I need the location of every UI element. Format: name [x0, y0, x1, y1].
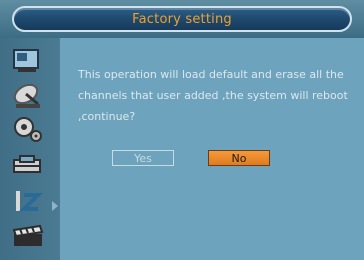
sidebar: [0, 38, 60, 260]
no-button[interactable]: No: [208, 150, 270, 166]
toolbox-icon[interactable]: [8, 150, 48, 180]
monitor-icon[interactable]: [8, 46, 48, 76]
clapperboard-icon[interactable]: [8, 222, 48, 252]
title-pill: Factory setting: [12, 6, 352, 32]
satellite-dish-icon[interactable]: [8, 80, 48, 110]
title-bar: Factory setting: [0, 0, 364, 38]
dialog-title: Factory setting: [132, 11, 232, 27]
menu-arrow-icon: [52, 201, 58, 211]
dialog-message: This operation will load default and era…: [78, 68, 348, 123]
yes-button[interactable]: Yes: [112, 150, 174, 166]
alphabet-sort-icon[interactable]: [8, 186, 48, 216]
gears-icon[interactable]: [8, 114, 48, 144]
